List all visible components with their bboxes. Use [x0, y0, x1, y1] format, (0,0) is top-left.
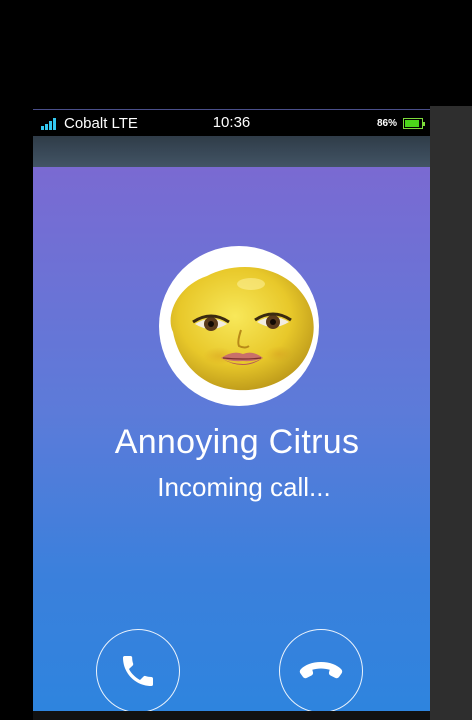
- status-clock: 10:36: [212, 114, 251, 131]
- battery-fill: [405, 120, 419, 127]
- incoming-call-screen: Annoying Citrus Incoming call...: [33, 167, 430, 711]
- decline-call-button[interactable]: [279, 629, 363, 711]
- avatar: [159, 246, 319, 406]
- app-bar: [33, 136, 430, 167]
- answer-call-button[interactable]: [96, 629, 180, 711]
- status-bar: Cobalt LTE 10:36 86%: [33, 109, 430, 137]
- lemon-face-avatar: [170, 266, 314, 391]
- battery-icon: [403, 118, 425, 129]
- phone-bottom-edge: [33, 711, 430, 720]
- background-panel: [430, 106, 472, 720]
- phone-hangup-icon: [299, 662, 343, 679]
- caller-name: Annoying Citrus: [114, 423, 360, 461]
- battery-percent: 86%: [377, 118, 398, 129]
- phone-answer-icon: [123, 656, 153, 686]
- call-status-text: Incoming call...: [157, 472, 331, 502]
- phone-screen: Cobalt LTE 10:36 86% Annoying Citrus Inc…: [33, 109, 430, 711]
